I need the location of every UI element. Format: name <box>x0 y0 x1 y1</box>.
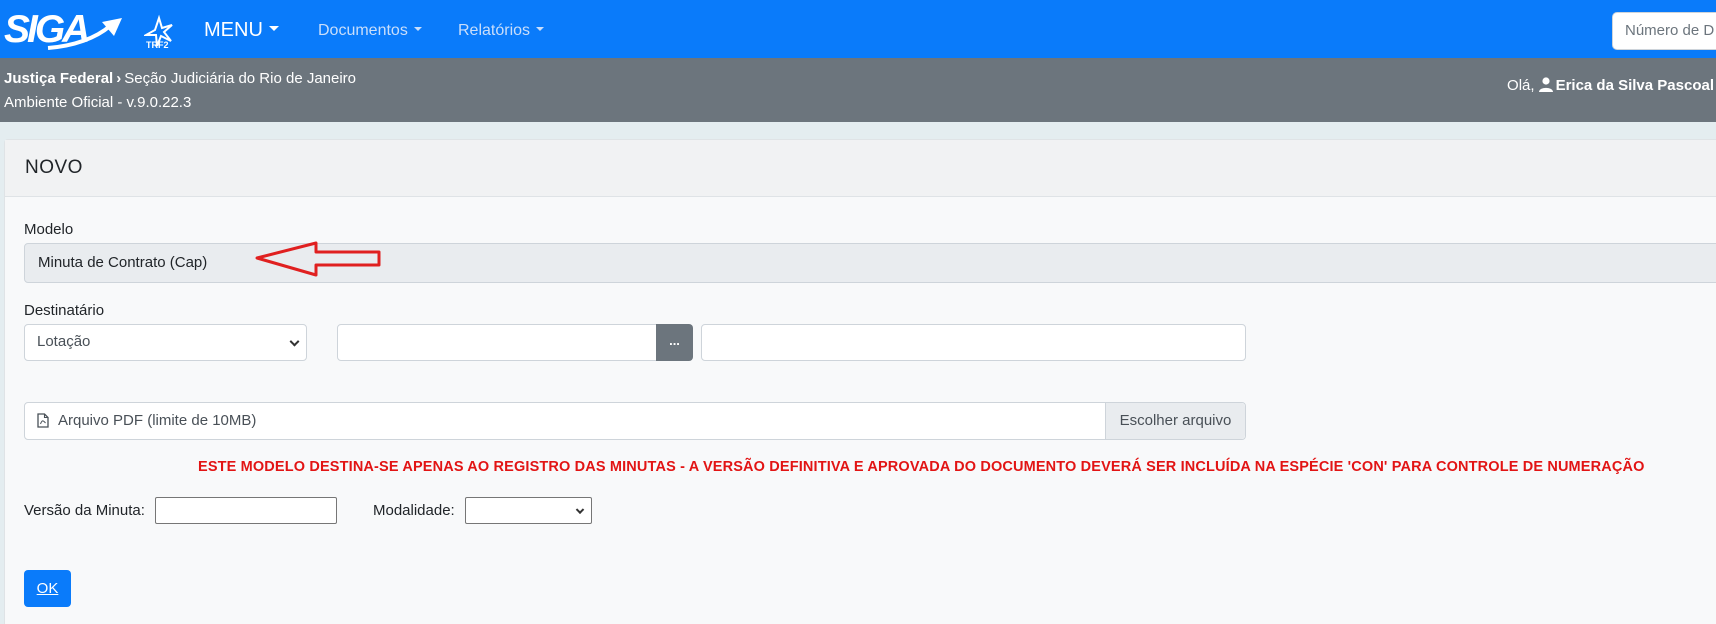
chevron-down-icon <box>289 336 300 347</box>
greeting-text: Olá, <box>1507 77 1535 94</box>
trf2-logo-text: TRF2 <box>146 40 169 50</box>
chevron-down-icon <box>268 26 279 32</box>
breadcrumb-section: Seção Judiciária do Rio de Janeiro <box>124 70 357 87</box>
destinatario-type-select[interactable]: Lotação <box>24 324 307 361</box>
ok-button[interactable]: OK <box>24 570 71 607</box>
modelo-label: Modelo <box>24 221 74 238</box>
red-arrow-annotation-icon <box>255 241 381 277</box>
model-warning-text: ESTE MODELO DESTINA-SE APENAS AO REGISTR… <box>198 459 1645 475</box>
user-name[interactable]: Erica da Silva Pascoal <box>1556 77 1714 94</box>
modelo-value: Minuta de Contrato (Cap) <box>38 254 208 271</box>
pdf-file-input[interactable]: Arquivo PDF (limite de 10MB) Escolher ar… <box>24 402 1246 440</box>
siga-logo[interactable]: SIGA <box>4 6 124 52</box>
main-menu-toggle[interactable]: MENU <box>204 19 279 42</box>
nav-relatorios[interactable]: Relatórios <box>458 22 545 40</box>
search-placeholder: Número de D <box>1625 22 1715 39</box>
chevron-down-icon <box>575 505 585 514</box>
chevron-down-icon <box>536 26 545 31</box>
choose-file-button[interactable]: Escolher arquivo <box>1105 403 1245 439</box>
top-navbar: SIGA TRF2 MENU Documentos Relatórios Núm… <box>0 0 1716 58</box>
destinatario-type-value: Lotação <box>37 333 91 350</box>
nav-relatorios-label: Relatórios <box>458 22 531 39</box>
destinatario-description-input[interactable] <box>701 324 1246 361</box>
versao-label: Versão da Minuta: <box>24 502 145 519</box>
swoosh-icon <box>47 18 122 50</box>
user-greeting: Olá, Erica da Silva Pascoal <box>1507 77 1714 94</box>
nav-documentos[interactable]: Documentos <box>318 22 422 40</box>
context-bar: Justiça Federal › Seção Judiciária do Rio … <box>0 58 1716 122</box>
card-header: NOVO <box>5 140 1716 197</box>
user-icon <box>1538 77 1553 92</box>
environment-version: Ambiente Oficial - v.9.0.22.3 <box>4 94 192 111</box>
modalidade-label: Modalidade: <box>373 502 455 519</box>
menu-label: MENU <box>204 19 263 41</box>
destinatario-lookup-button[interactable]: ... <box>656 324 693 361</box>
modalidade-select[interactable] <box>465 497 592 524</box>
versao-input[interactable] <box>155 497 337 524</box>
nav-documentos-label: Documentos <box>318 22 408 39</box>
chevron-right-icon: › <box>116 70 122 87</box>
file-placeholder: Arquivo PDF (limite de 10MB) <box>58 412 257 429</box>
breadcrumb: Justiça Federal › Seção Judiciária do Rio … <box>4 70 356 87</box>
destinatario-code-input[interactable] <box>337 324 657 361</box>
page-title: NOVO <box>25 157 83 178</box>
breadcrumb-root: Justiça Federal <box>4 70 114 87</box>
pdf-file-icon <box>37 413 49 428</box>
document-number-search-input[interactable]: Número de D <box>1612 12 1716 50</box>
chevron-down-icon <box>413 26 422 31</box>
new-document-card: NOVO <box>4 139 1716 624</box>
destinatario-label: Destinatário <box>24 302 105 319</box>
